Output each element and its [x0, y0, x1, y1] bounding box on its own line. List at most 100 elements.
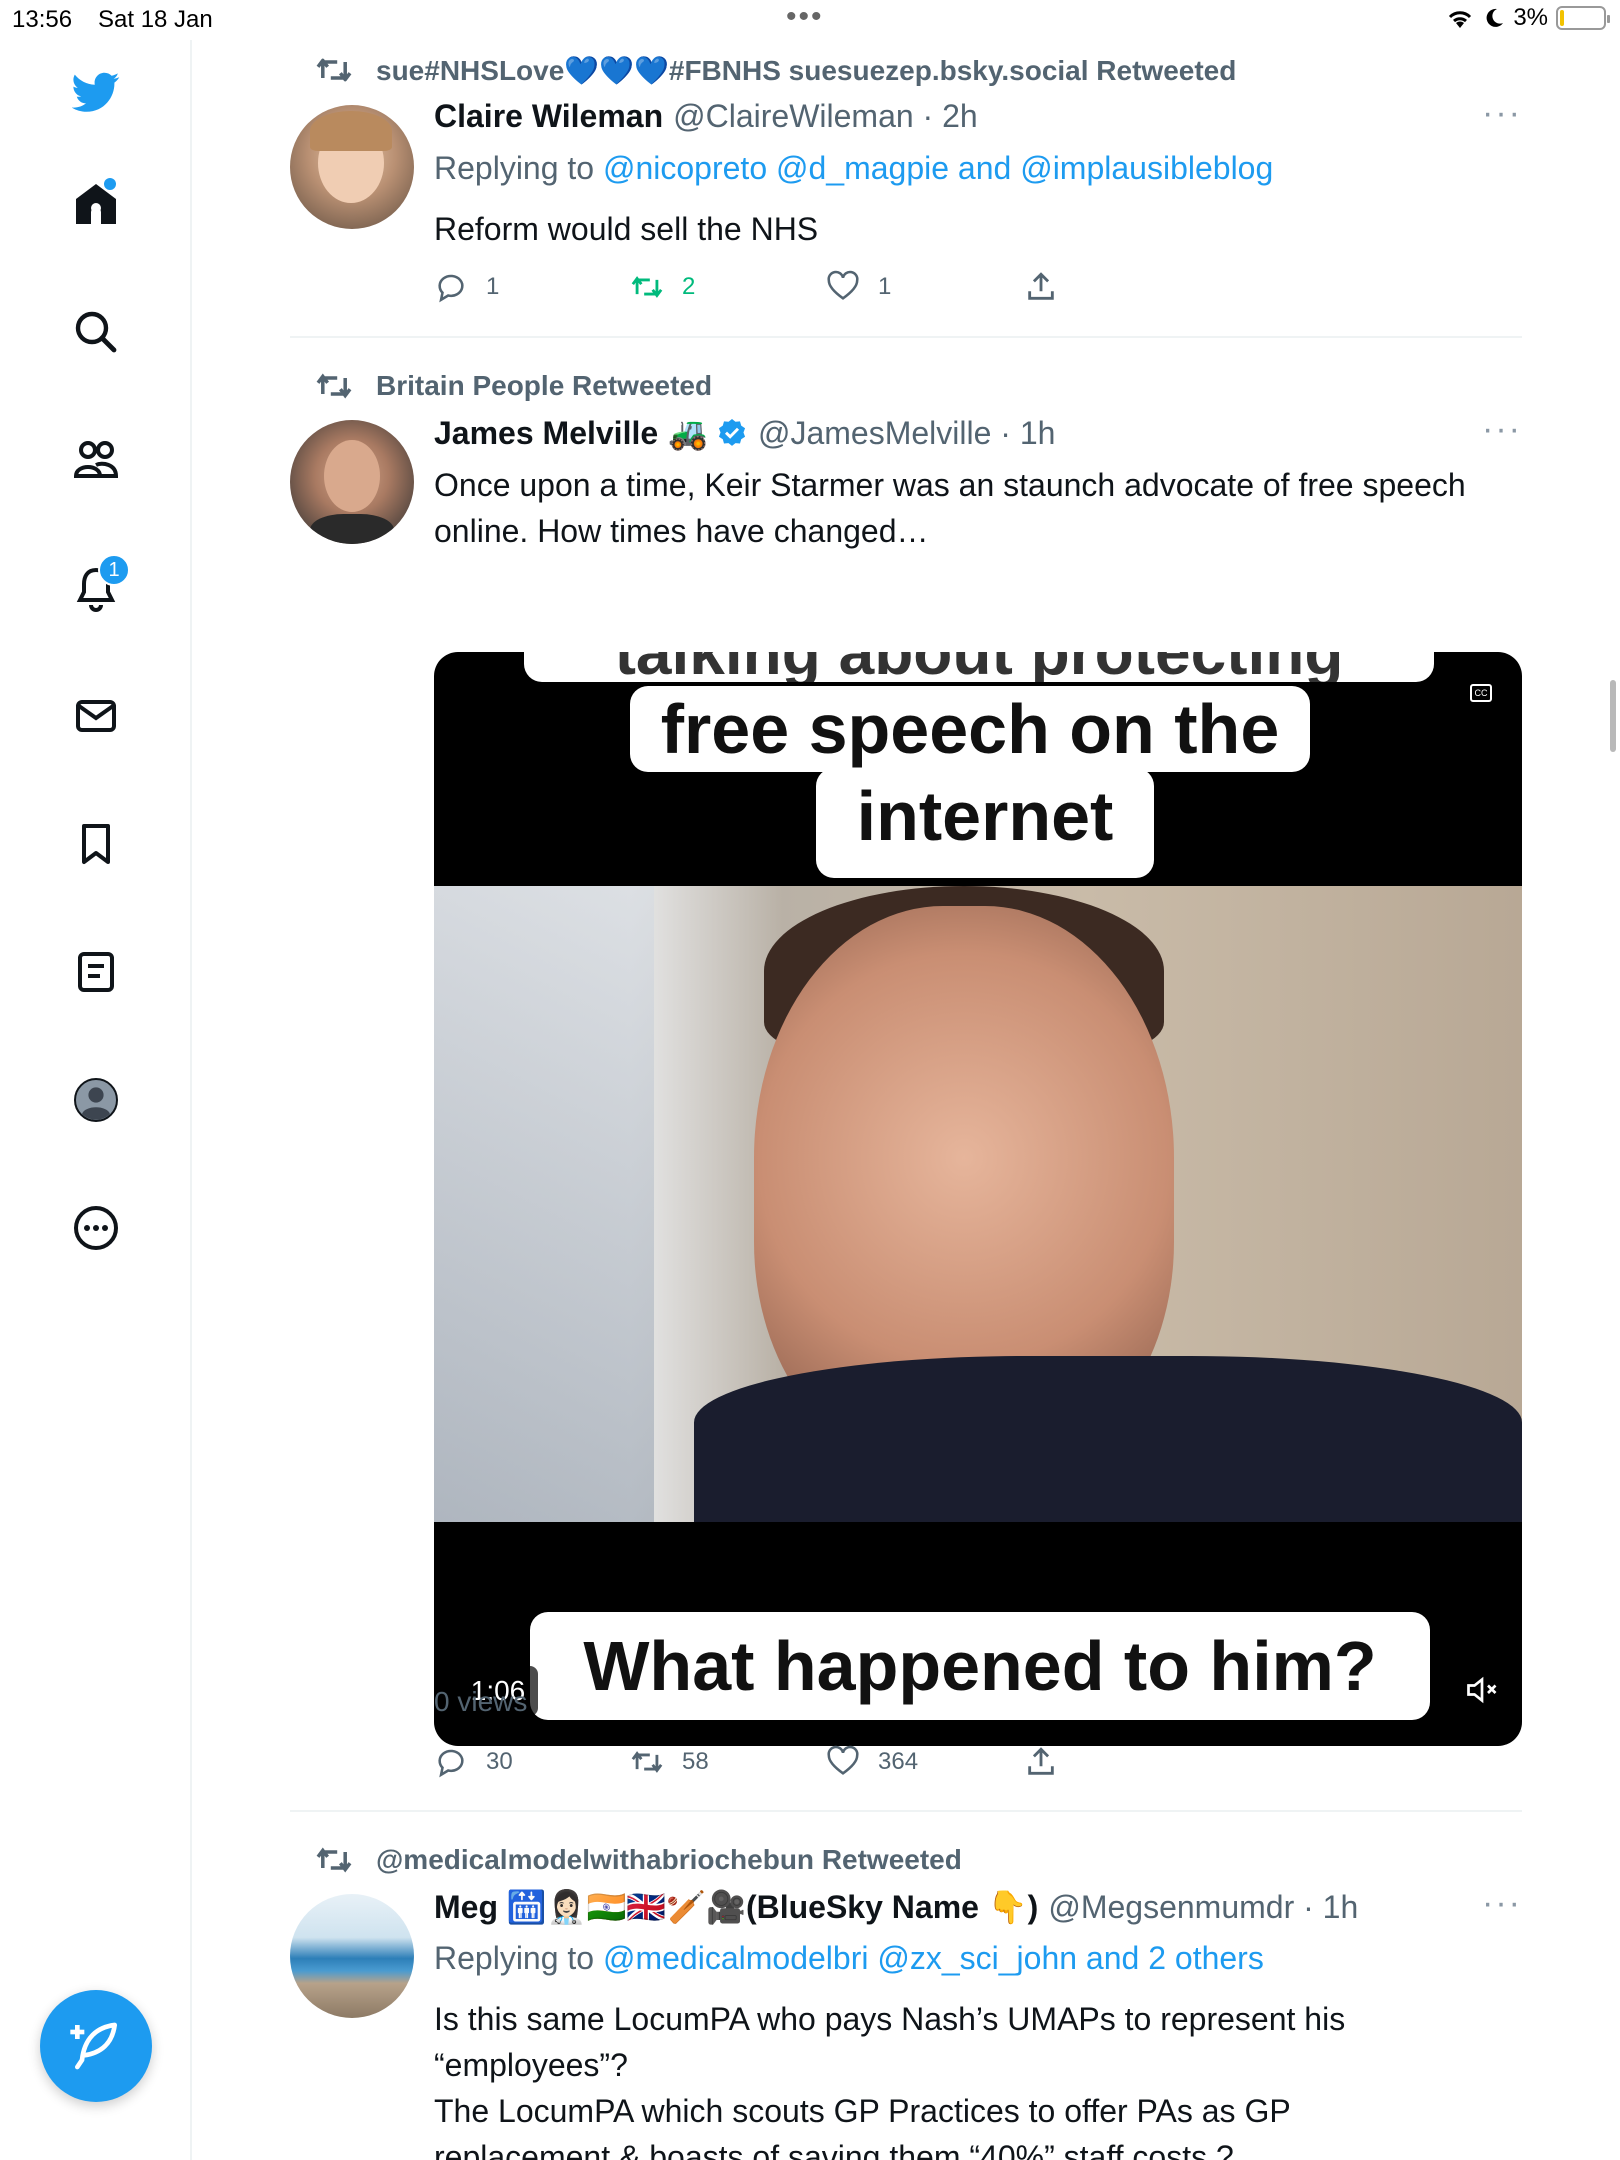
replying-to-links[interactable]: @nicopreto @d_magpie and @implausibleblo…: [603, 150, 1273, 186]
share-icon: [1028, 1747, 1054, 1775]
like-count: 1: [878, 273, 892, 300]
replying-to-prefix: Replying to: [434, 1940, 595, 1976]
author-name[interactable]: James Melville: [434, 415, 658, 452]
reply-count: 1: [486, 273, 500, 300]
notification-badge: 1: [98, 554, 130, 586]
status-time: 13:56: [12, 6, 73, 33]
video-background-wall: [434, 886, 654, 1522]
more-circle-icon[interactable]: [66, 1198, 126, 1258]
tweet-james-melville[interactable]: Britain People Retweeted James Melville …: [290, 366, 1522, 1816]
heart-icon: [827, 1745, 859, 1775]
view-count: 0 views: [434, 1686, 528, 1717]
replying-to: Replying to @medicalmodelbri @zx_sci_joh…: [434, 1940, 1264, 1977]
tweet-meg[interactable]: @medicalmodelwithabriochebun Retweeted M…: [290, 1840, 1522, 2160]
status-date: Sat 18 Jan: [98, 6, 213, 33]
more-options-icon[interactable]: ···: [1482, 1884, 1522, 1923]
closed-captions-icon[interactable]: CC: [1470, 684, 1492, 702]
share-button[interactable]: [1024, 1742, 1058, 1782]
retweet-button[interactable]: 2: [630, 267, 695, 307]
retweet-small-icon: [316, 58, 352, 82]
more-options-icon[interactable]: ···: [1482, 410, 1522, 449]
avatar[interactable]: [290, 105, 414, 229]
scrollbar[interactable]: [1610, 680, 1616, 752]
home-icon[interactable]: [66, 174, 126, 234]
retweeted-by-text[interactable]: @medicalmodelwithabriochebun Retweeted: [376, 1844, 962, 1876]
retweet-context: @medicalmodelwithabriochebun Retweeted: [316, 1840, 962, 1880]
search-icon[interactable]: [66, 302, 126, 362]
divider: [290, 336, 1522, 338]
retweet-count: 2: [682, 273, 696, 300]
video-player[interactable]: talking about protecting free speech on …: [434, 652, 1522, 1746]
avatar-icon[interactable]: [66, 1070, 126, 1130]
status-right: 3%: [1445, 4, 1610, 32]
like-button[interactable]: 364: [826, 1742, 918, 1782]
reply-button[interactable]: 30: [434, 1742, 513, 1782]
tractor-emoji: 🚜: [668, 415, 708, 451]
author-handle[interactable]: @Megsenmumdr · 1h: [1048, 1889, 1358, 1926]
retweet-icon: [631, 1751, 663, 1773]
video-caption-top: free speech on the: [630, 686, 1310, 772]
replying-to-prefix: Replying to: [434, 150, 595, 186]
avatar[interactable]: [290, 420, 414, 544]
retweet-button[interactable]: 58: [630, 1742, 709, 1782]
like-button[interactable]: 1: [826, 267, 891, 307]
list-icon[interactable]: [66, 942, 126, 1002]
bell-icon[interactable]: 1: [66, 554, 130, 618]
author-handle[interactable]: @JamesMelville · 1h: [758, 415, 1055, 452]
tweet-text: Once upon a time, Keir Starmer was an st…: [434, 467, 1466, 549]
like-count: 364: [878, 1748, 919, 1775]
author-name[interactable]: Claire Wileman: [434, 98, 663, 135]
compose-button[interactable]: [40, 1990, 152, 2102]
verified-badge-icon: [718, 419, 746, 446]
avatar[interactable]: [290, 1894, 414, 2018]
heart-icon: [827, 270, 859, 300]
video-frame: [434, 886, 1522, 1522]
tweet-claire-wileman[interactable]: sue#NHSLove💙💙💙#FBNHS suesuezep.bsky.soci…: [290, 50, 1522, 340]
divider: [290, 1810, 1522, 1812]
video-subject-suit: [694, 1356, 1522, 1522]
more-options-icon[interactable]: ···: [1482, 94, 1522, 133]
retweet-small-icon: [316, 373, 352, 399]
author-handle[interactable]: @ClaireWileman · 2h: [673, 98, 978, 135]
mail-icon[interactable]: [66, 686, 126, 746]
author-name[interactable]: Meg 🛗👩🏻‍⚕️🇮🇳🇬🇧🏏🎥(BlueSky Name 👇): [434, 1888, 1038, 1926]
share-button[interactable]: [1024, 267, 1058, 307]
tweet-text-line2: The LocumPA which scouts GP Practices to…: [434, 2093, 1291, 2160]
tweet-text: Is this same LocumPA who pays Nash’s UMA…: [434, 1996, 1454, 2160]
video-caption-bottom: What happened to him?: [530, 1612, 1430, 1720]
reply-icon: [438, 274, 464, 303]
retweet-count: 58: [682, 1748, 709, 1775]
battery-icon: [1556, 6, 1610, 30]
multitasking-dots-icon[interactable]: •••: [786, 0, 824, 34]
bookmark-icon[interactable]: [66, 814, 126, 874]
tweet-actions: 30 58 364: [434, 1742, 1134, 1782]
retweet-icon: [631, 276, 663, 298]
wifi-icon: [1449, 11, 1472, 28]
tweet-header: Meg 🛗👩🏻‍⚕️🇮🇳🇬🇧🏏🎥(BlueSky Name 👇) @Megsen…: [434, 1888, 1358, 1926]
retweet-context: sue#NHSLove💙💙💙#FBNHS suesuezep.bsky.soci…: [316, 50, 1236, 90]
tweet-text-line1: Is this same LocumPA who pays Nash’s UMA…: [434, 2001, 1346, 2083]
mute-icon[interactable]: [1464, 1672, 1500, 1708]
video-caption-top-partial: talking about protecting: [524, 652, 1434, 682]
retweet-context: Britain People Retweeted: [316, 366, 712, 406]
home-unread-dot: [104, 178, 116, 190]
battery-percent: 3%: [1513, 4, 1548, 31]
reply-button[interactable]: 1: [434, 267, 499, 307]
retweeted-by-text[interactable]: sue#NHSLove💙💙💙#FBNHS suesuezep.bsky.soci…: [376, 54, 1236, 87]
compose-feather-icon: [70, 2022, 117, 2070]
twitter-bird-icon[interactable]: [66, 62, 126, 122]
moon-icon: [1486, 8, 1504, 27]
status-bar: 13:56 Sat 18 Jan ••• 3%: [0, 0, 1620, 40]
sidebar: 1: [0, 40, 192, 2160]
retweet-small-icon: [316, 1847, 352, 1873]
tweet-header: James Melville 🚜 @JamesMelville · 1h: [434, 414, 1055, 452]
reply-count: 30: [486, 1748, 513, 1775]
video-caption-top-2: internet: [816, 768, 1154, 878]
tweet-actions: 1 2 1: [434, 267, 1134, 307]
replying-to: Replying to @nicopreto @d_magpie and @im…: [434, 150, 1273, 187]
replying-to-links[interactable]: @medicalmodelbri @zx_sci_john and 2 othe…: [603, 1940, 1264, 1976]
tweet-text: Reform would sell the NHS: [434, 211, 819, 247]
communities-icon[interactable]: [66, 430, 126, 490]
retweeted-by-text[interactable]: Britain People Retweeted: [376, 370, 712, 402]
tweet-header: Claire Wileman @ClaireWileman · 2h: [434, 98, 978, 135]
